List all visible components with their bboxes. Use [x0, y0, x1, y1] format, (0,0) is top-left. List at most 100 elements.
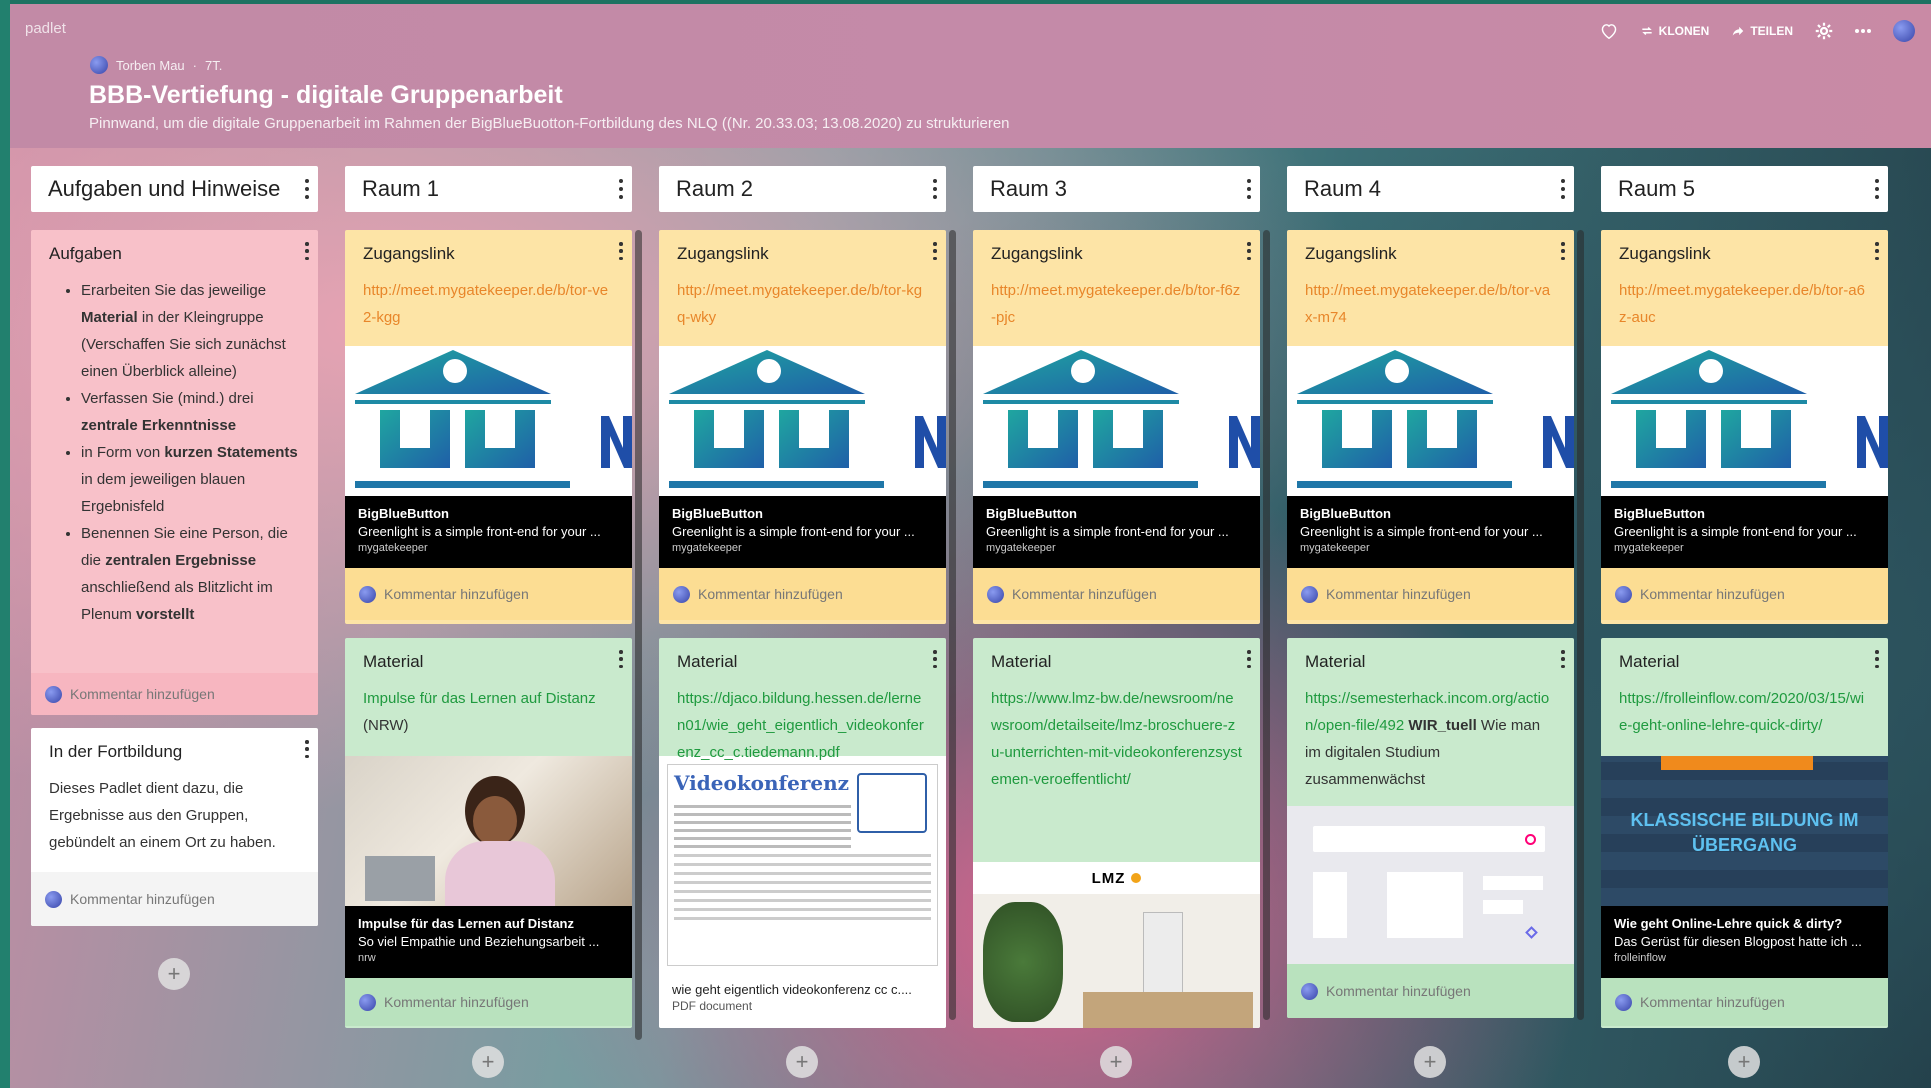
add-post-button[interactable]: +	[472, 1046, 504, 1078]
photo-girl-waving-image[interactable]	[345, 756, 632, 906]
column-header[interactable]: Raum 2	[659, 166, 946, 212]
post-card-fortbildung[interactable]: In der Fortbildung Dieses Padlet dient d…	[31, 728, 318, 926]
more-horizontal-icon[interactable]	[1855, 28, 1871, 34]
add-post-button[interactable]: +	[158, 958, 190, 990]
heart-icon[interactable]	[1600, 23, 1618, 39]
add-comment-field[interactable]: Kommentar hinzufügen	[1601, 978, 1888, 1026]
add-comment-field[interactable]: Kommentar hinzufügen	[1601, 568, 1888, 620]
post-card-aufgaben[interactable]: Aufgaben Erarbeiten Sie das jeweilige Ma…	[31, 230, 318, 715]
lmz-brochure-image[interactable]: LMZ	[973, 862, 1260, 1028]
author-name[interactable]: Torben Mau	[116, 58, 185, 73]
access-link[interactable]: http://meet.mygatekeeper.de/b/tor-ve2-kg…	[363, 277, 614, 331]
add-post-button[interactable]: +	[786, 1046, 818, 1078]
material-link[interactable]: https://djaco.bildung.hessen.de/lernen01…	[677, 690, 924, 761]
kebab-menu-icon[interactable]	[618, 179, 624, 199]
access-link[interactable]: http://meet.mygatekeeper.de/b/tor-f6z-pj…	[991, 277, 1242, 331]
column-header[interactable]: Aufgaben und Hinweise	[31, 166, 318, 212]
column-header[interactable]: Raum 4	[1287, 166, 1574, 212]
kebab-menu-icon[interactable]	[1560, 179, 1566, 199]
add-comment-field[interactable]: Kommentar hinzufügen	[659, 568, 946, 620]
kebab-menu-icon[interactable]	[1560, 242, 1566, 260]
bigbluebutton-logo-image[interactable]	[1601, 346, 1888, 496]
material-link[interactable]: https://www.lmz-bw.de/newsroom/newsroom/…	[991, 690, 1242, 788]
kebab-menu-icon[interactable]	[618, 650, 624, 668]
column-scrollbar[interactable]	[949, 230, 956, 1020]
clone-button[interactable]: KLONEN	[1640, 24, 1709, 38]
bigbluebutton-logo-image[interactable]	[973, 346, 1260, 496]
kebab-menu-icon[interactable]	[618, 242, 624, 260]
post-card-material[interactable]: Material https://www.lmz-bw.de/newsroom/…	[973, 638, 1260, 1028]
padlet-logo[interactable]: padlet	[25, 20, 66, 37]
bigbluebutton-logo-image[interactable]	[345, 346, 632, 496]
pdf-thumbnail-image[interactable]: Videokonferenz	[659, 756, 946, 974]
bigbluebutton-logo-image[interactable]	[1287, 346, 1574, 496]
material-link[interactable]: https://frolleinflow.com/2020/03/15/wie-…	[1619, 690, 1864, 734]
bigbluebutton-logo-image[interactable]	[659, 346, 946, 496]
column-scrollbar[interactable]	[1577, 230, 1584, 1020]
post-card-material[interactable]: Material Impulse für das Lernen auf Dist…	[345, 638, 632, 1028]
post-card-zugangslink[interactable]: Zugangslink http://meet.mygatekeeper.de/…	[1287, 230, 1574, 624]
kebab-menu-icon[interactable]	[932, 650, 938, 668]
link-preview[interactable]: BigBlueButton Greenlight is a simple fro…	[973, 496, 1260, 568]
board-title: BBB-Vertiefung - digitale Gruppenarbeit	[89, 81, 563, 109]
placeholder-preview-image[interactable]	[1287, 806, 1574, 964]
column-header[interactable]: Raum 3	[973, 166, 1260, 212]
access-link[interactable]: http://meet.mygatekeeper.de/b/tor-vax-m7…	[1305, 277, 1556, 331]
post-card-material[interactable]: Material https://frolleinflow.com/2020/0…	[1601, 638, 1888, 1028]
access-link[interactable]: http://meet.mygatekeeper.de/b/tor-a6z-au…	[1619, 277, 1870, 331]
add-comment-field[interactable]: Kommentar hinzufügen	[345, 568, 632, 620]
kebab-menu-icon[interactable]	[304, 242, 310, 260]
link-preview[interactable]: BigBlueButton Greenlight is a simple fro…	[1601, 496, 1888, 568]
column-scrollbar[interactable]	[1263, 230, 1270, 1020]
preview-title: BigBlueButton	[358, 506, 449, 521]
kebab-menu-icon[interactable]	[1246, 650, 1252, 668]
material-link[interactable]: Impulse für das Lernen auf Distanz	[363, 690, 596, 707]
add-post-button[interactable]: +	[1728, 1046, 1760, 1078]
kebab-menu-icon[interactable]	[1874, 179, 1880, 199]
kebab-menu-icon[interactable]	[932, 242, 938, 260]
add-comment-field[interactable]: Kommentar hinzufügen	[973, 568, 1260, 620]
access-link[interactable]: http://meet.mygatekeeper.de/b/tor-kgq-wk…	[677, 277, 928, 331]
kebab-menu-icon[interactable]	[1246, 179, 1252, 199]
file-preview[interactable]: wie geht eigentlich videokonferenz cc c.…	[659, 974, 946, 1028]
post-card-material[interactable]: Material https://semesterhack.incom.org/…	[1287, 638, 1574, 1018]
add-comment-field[interactable]: Kommentar hinzufügen	[1287, 568, 1574, 620]
add-comment-field[interactable]: Kommentar hinzufügen	[31, 872, 318, 926]
kebab-menu-icon[interactable]	[304, 740, 310, 758]
post-card-zugangslink[interactable]: Zugangslink http://meet.mygatekeeper.de/…	[345, 230, 632, 624]
post-card-zugangslink[interactable]: Zugangslink http://meet.mygatekeeper.de/…	[659, 230, 946, 624]
gear-icon[interactable]	[1815, 22, 1833, 40]
kebab-menu-icon[interactable]	[1874, 650, 1880, 668]
kebab-menu-icon[interactable]	[1246, 242, 1252, 260]
add-post-button[interactable]: +	[1100, 1046, 1132, 1078]
klassische-bildung-banner-image[interactable]: KLASSISCHE BILDUNG IM ÜBERGANG	[1601, 756, 1888, 906]
link-preview[interactable]: BigBlueButton Greenlight is a simple fro…	[345, 496, 632, 568]
preview-source: mygatekeeper	[358, 542, 428, 554]
column-header[interactable]: Raum 5	[1601, 166, 1888, 212]
column-scrollbar[interactable]	[635, 230, 642, 1040]
link-preview[interactable]: BigBlueButton Greenlight is a simple fro…	[1287, 496, 1574, 568]
user-avatar[interactable]	[1893, 20, 1915, 42]
kebab-menu-icon[interactable]	[304, 179, 310, 199]
link-preview[interactable]: BigBlueButton Greenlight is a simple fro…	[659, 496, 946, 568]
link-preview[interactable]: Impulse für das Lernen auf Distanz So vie…	[345, 906, 632, 978]
post-body: https://www.lmz-bw.de/newsroom/newsroom/…	[991, 685, 1242, 793]
add-comment-field[interactable]: Kommentar hinzufügen	[1287, 964, 1574, 1018]
link-preview[interactable]: Wie geht Online-Lehre quick & dirty? Das …	[1601, 906, 1888, 978]
plus-icon: +	[1109, 1049, 1123, 1074]
kebab-menu-icon[interactable]	[1560, 650, 1566, 668]
commenter-avatar	[45, 890, 62, 908]
kebab-menu-icon[interactable]	[1874, 242, 1880, 260]
column-title: Raum 5	[1618, 176, 1696, 201]
post-card-zugangslink[interactable]: Zugangslink http://meet.mygatekeeper.de/…	[973, 230, 1260, 624]
add-comment-field[interactable]: Kommentar hinzufügen	[31, 673, 318, 715]
kebab-menu-icon[interactable]	[932, 179, 938, 199]
separator-dot: ·	[192, 57, 197, 73]
share-button[interactable]: TEILEN	[1731, 24, 1793, 38]
post-card-material[interactable]: Material https://djaco.bildung.hessen.de…	[659, 638, 946, 1028]
column-room-1: Raum 1 Zugangslink http://meet.mygatekee…	[345, 166, 642, 1078]
post-card-zugangslink[interactable]: Zugangslink http://meet.mygatekeeper.de/…	[1601, 230, 1888, 624]
add-comment-field[interactable]: Kommentar hinzufügen	[345, 978, 632, 1026]
add-post-button[interactable]: +	[1414, 1046, 1446, 1078]
column-header[interactable]: Raum 1	[345, 166, 632, 212]
